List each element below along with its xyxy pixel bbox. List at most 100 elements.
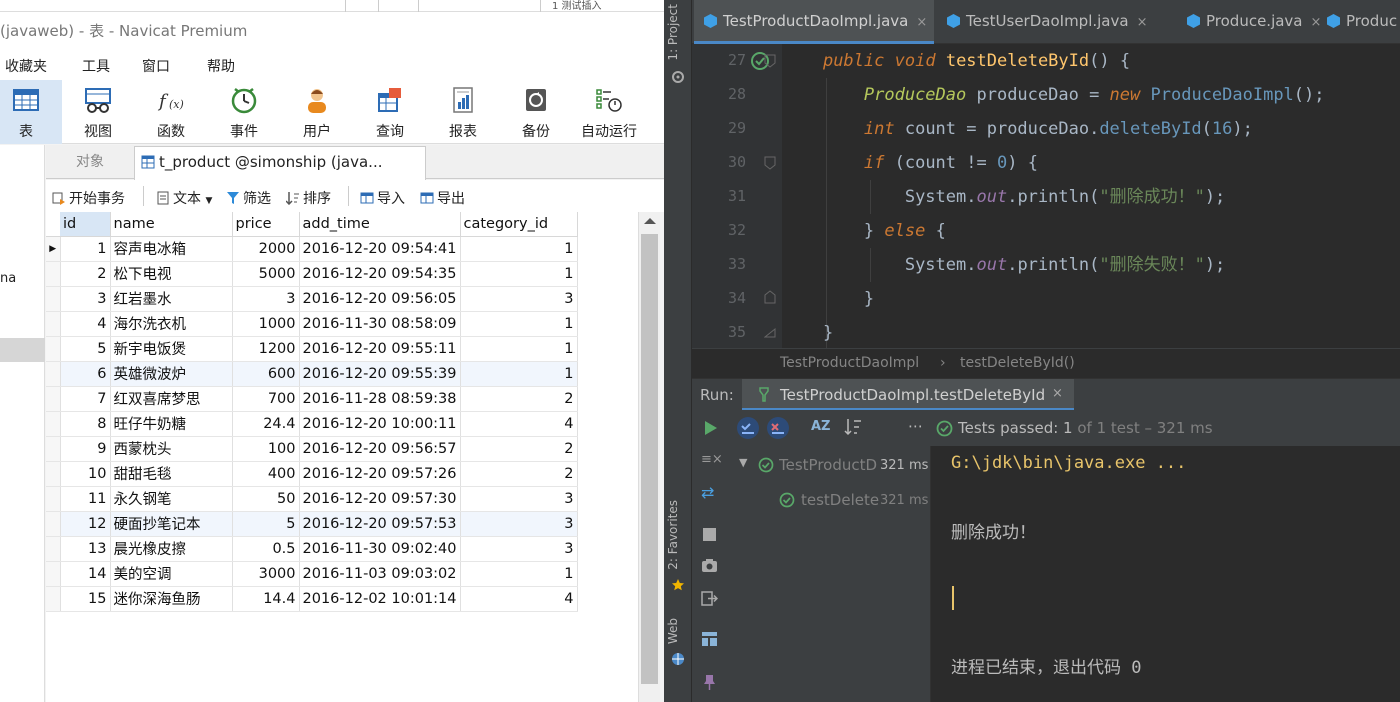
toolbar-view-button[interactable]: 视图 bbox=[62, 80, 134, 144]
cell-category-id[interactable]: 3 bbox=[460, 286, 578, 312]
tab-test-product-dao-impl[interactable]: TestProductDaoImpl.java × bbox=[694, 0, 934, 44]
table-row[interactable]: 7 红双喜席梦思 700 2016-11-28 08:59:38 2 bbox=[46, 386, 578, 412]
table-row[interactable]: 4 海尔洗衣机 1000 2016-11-30 08:58:09 1 bbox=[46, 311, 578, 337]
cell-price[interactable]: 2000 bbox=[232, 236, 300, 262]
cell-id[interactable]: 15 bbox=[60, 586, 111, 612]
row-marker[interactable] bbox=[46, 561, 61, 587]
cell-category-id[interactable]: 2 bbox=[460, 436, 578, 462]
fold-end-icon[interactable] bbox=[764, 290, 776, 304]
row-marker[interactable]: ▶ bbox=[46, 236, 61, 262]
table-row[interactable]: 14 美的空调 3000 2016-11-03 09:03:02 1 bbox=[46, 561, 578, 587]
table-row[interactable]: 15 迷你深海鱼肠 14.4 2016-12-02 10:01:14 4 bbox=[46, 586, 578, 612]
toolbar-table-button[interactable]: 表 bbox=[0, 80, 62, 144]
cell-category-id[interactable]: 1 bbox=[460, 261, 578, 287]
row-marker[interactable] bbox=[46, 536, 61, 562]
text-view-button[interactable]: 文本 ▼ bbox=[156, 188, 212, 208]
table-row[interactable]: 9 西蒙枕头 100 2016-12-20 09:56:57 2 bbox=[46, 436, 578, 462]
cell-price[interactable]: 100 bbox=[232, 436, 300, 462]
cell-name[interactable]: 硬面抄笔记本 bbox=[110, 511, 233, 537]
show-passed-icon[interactable] bbox=[736, 416, 760, 440]
cell-id[interactable]: 1 bbox=[60, 236, 111, 262]
toolbar-event-button[interactable]: 事件 bbox=[208, 80, 280, 144]
close-icon[interactable]: × bbox=[1052, 386, 1063, 401]
table-row[interactable]: 2 松下电视 5000 2016-12-20 09:54:35 1 bbox=[46, 261, 578, 287]
show-ignored-icon[interactable] bbox=[766, 416, 790, 440]
table-row[interactable]: ▶ 1 容声电冰箱 2000 2016-12-20 09:54:41 1 bbox=[46, 236, 578, 262]
cell-add-time[interactable]: 2016-12-20 09:57:26 bbox=[299, 461, 461, 487]
cell-category-id[interactable]: 1 bbox=[460, 561, 578, 587]
tab-t-product[interactable]: t_product @simonship (java... bbox=[134, 146, 426, 180]
cell-name[interactable]: 松下电视 bbox=[110, 261, 233, 287]
fold-end-icon[interactable] bbox=[764, 324, 776, 338]
column-header-add-time[interactable]: add_time bbox=[299, 212, 461, 237]
table-row[interactable]: 5 新宇电饭煲 1200 2016-12-20 09:55:11 1 bbox=[46, 336, 578, 362]
toolbar-report-button[interactable]: 报表 bbox=[427, 80, 499, 144]
cell-id[interactable]: 10 bbox=[60, 461, 111, 487]
cell-id[interactable]: 12 bbox=[60, 511, 111, 537]
web-tool-tab[interactable]: Web bbox=[666, 618, 680, 644]
row-marker[interactable] bbox=[46, 361, 61, 387]
cell-category-id[interactable]: 3 bbox=[460, 536, 578, 562]
cell-id[interactable]: 9 bbox=[60, 436, 111, 462]
cell-add-time[interactable]: 2016-11-30 08:58:09 bbox=[299, 311, 461, 337]
cell-name[interactable]: 红双喜席梦思 bbox=[110, 386, 233, 412]
row-marker[interactable] bbox=[46, 261, 61, 287]
fold-icon[interactable] bbox=[764, 54, 776, 68]
settings-gear-icon[interactable] bbox=[671, 70, 685, 84]
cell-id[interactable]: 11 bbox=[60, 486, 111, 512]
cell-category-id[interactable]: 1 bbox=[460, 311, 578, 337]
fold-icon[interactable] bbox=[764, 156, 776, 170]
row-marker[interactable] bbox=[46, 411, 61, 437]
cell-id[interactable]: 2 bbox=[60, 261, 111, 287]
cell-name[interactable]: 美的空调 bbox=[110, 561, 233, 587]
cell-name[interactable]: 西蒙枕头 bbox=[110, 436, 233, 462]
cell-add-time[interactable]: 2016-12-02 10:01:14 bbox=[299, 586, 461, 612]
breadcrumb-method[interactable]: testDeleteById() bbox=[960, 355, 1075, 371]
column-header-category-id[interactable]: category_id bbox=[460, 212, 578, 237]
cell-category-id[interactable]: 1 bbox=[460, 236, 578, 262]
cell-price[interactable]: 3 bbox=[232, 286, 300, 312]
row-marker[interactable] bbox=[46, 586, 61, 612]
tab-objects[interactable]: 对象 bbox=[46, 145, 134, 179]
swap-arrows-icon[interactable]: ⇄ bbox=[701, 483, 714, 502]
filter-button[interactable]: 筛选 bbox=[226, 188, 271, 208]
cell-add-time[interactable]: 2016-12-20 09:54:35 bbox=[299, 261, 461, 287]
cell-id[interactable]: 14 bbox=[60, 561, 111, 587]
cell-category-id[interactable]: 4 bbox=[460, 411, 578, 437]
cell-name[interactable]: 容声电冰箱 bbox=[110, 236, 233, 262]
cell-add-time[interactable]: 2016-12-20 09:55:11 bbox=[299, 336, 461, 362]
cell-price[interactable]: 3000 bbox=[232, 561, 300, 587]
cell-add-time[interactable]: 2016-11-03 09:03:02 bbox=[299, 561, 461, 587]
export-button[interactable]: 导出 bbox=[420, 188, 465, 208]
cell-add-time[interactable]: 2016-12-20 09:57:53 bbox=[299, 511, 461, 537]
row-marker[interactable] bbox=[46, 286, 61, 312]
row-marker[interactable] bbox=[46, 461, 61, 487]
pin-icon[interactable] bbox=[703, 674, 716, 691]
cell-name[interactable]: 红岩墨水 bbox=[110, 286, 233, 312]
column-header-id[interactable]: id bbox=[60, 212, 111, 237]
run-tab[interactable]: TestProductDaoImpl.testDeleteById × bbox=[742, 379, 1074, 411]
sort-button[interactable]: 排序 bbox=[286, 188, 331, 208]
column-header-price[interactable]: price bbox=[232, 212, 300, 237]
cell-price[interactable]: 50 bbox=[232, 486, 300, 512]
cell-add-time[interactable]: 2016-12-20 09:57:30 bbox=[299, 486, 461, 512]
tab-produc-truncated[interactable]: Produc bbox=[1317, 0, 1400, 44]
cell-add-time[interactable]: 2016-11-30 09:02:40 bbox=[299, 536, 461, 562]
grid-vertical-scrollbar[interactable] bbox=[638, 212, 660, 702]
sort-alpha-icon[interactable]: AZ bbox=[811, 419, 831, 434]
cell-price[interactable]: 14.4 bbox=[232, 586, 300, 612]
rerun-play-icon[interactable] bbox=[704, 420, 718, 436]
cell-add-time[interactable]: 2016-12-20 09:55:39 bbox=[299, 361, 461, 387]
cell-price[interactable]: 5000 bbox=[232, 261, 300, 287]
console-output[interactable]: G:\jdk\bin\java.exe ... 删除成功！ 进程已结束，退出代码… bbox=[932, 446, 1400, 702]
row-marker[interactable] bbox=[46, 486, 61, 512]
table-row[interactable]: 3 红岩墨水 3 2016-12-20 09:56:05 3 bbox=[46, 286, 578, 312]
tree-item-test[interactable]: testDelete 321 ms bbox=[729, 489, 931, 511]
cell-id[interactable]: 3 bbox=[60, 286, 111, 312]
cell-category-id[interactable]: 3 bbox=[460, 511, 578, 537]
cell-id[interactable]: 4 bbox=[60, 311, 111, 337]
cell-add-time[interactable]: 2016-11-28 08:59:38 bbox=[299, 386, 461, 412]
menu-help[interactable]: 帮助 bbox=[207, 56, 235, 76]
code-editor[interactable]: public void testDeleteById() { ProduceDa… bbox=[782, 44, 1400, 348]
cell-id[interactable]: 8 bbox=[60, 411, 111, 437]
